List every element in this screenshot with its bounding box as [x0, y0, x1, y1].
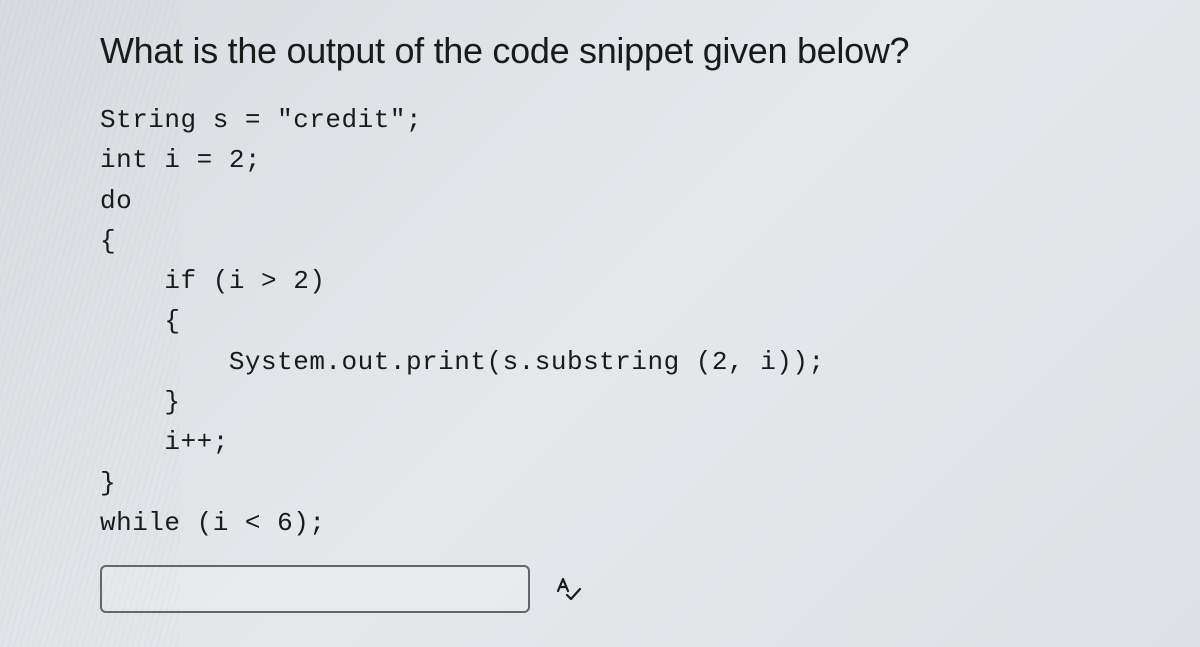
- code-snippet: String s = "credit"; int i = 2; do { if …: [100, 100, 1100, 543]
- question-prompt: What is the output of the code snippet g…: [100, 30, 1100, 72]
- code-line: }: [100, 387, 181, 417]
- code-line: }: [100, 468, 116, 498]
- answer-input[interactable]: [100, 565, 530, 613]
- spellcheck-icon[interactable]: [554, 575, 582, 603]
- code-line: i++;: [100, 427, 229, 457]
- code-line: int i = 2;: [100, 145, 261, 175]
- code-line: System.out.print(s.substring (2, i));: [100, 347, 825, 377]
- code-line: do: [100, 186, 132, 216]
- code-line: while (i < 6);: [100, 508, 325, 538]
- code-line: {: [100, 226, 116, 256]
- answer-row: [100, 565, 1100, 613]
- code-line: if (i > 2): [100, 266, 325, 296]
- code-line: String s = "credit";: [100, 105, 422, 135]
- code-line: {: [100, 306, 181, 336]
